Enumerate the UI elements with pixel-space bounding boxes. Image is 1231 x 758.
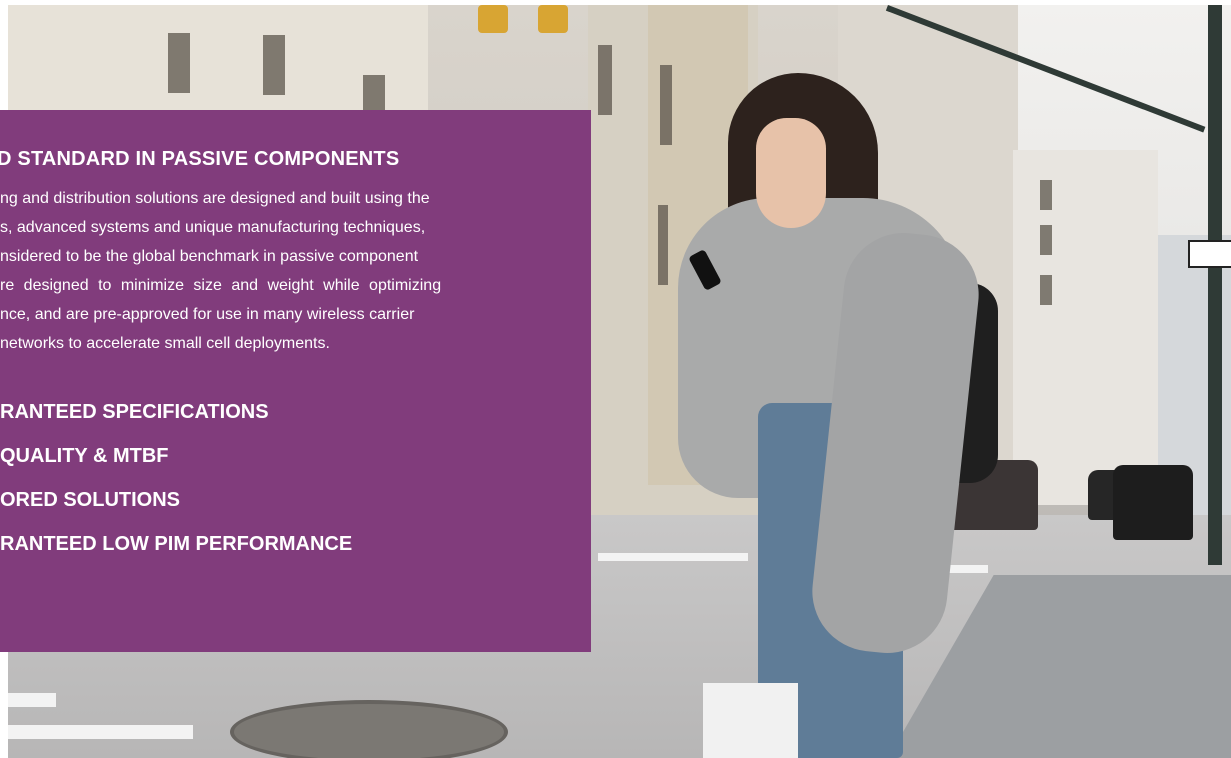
description-line: nsidered to be the global benchmark in p… bbox=[0, 248, 419, 265]
feature-item: RANTEED LOW PIM PERFORMANCE bbox=[0, 533, 353, 555]
description-line: nce, and are pre-approved for use in man… bbox=[0, 306, 415, 323]
street-pole bbox=[1208, 5, 1222, 565]
feature-list: RANTEED SPECIFICATIONS QUALITY & MTBF OR… bbox=[0, 401, 553, 555]
feature-item: QUALITY & MTBF bbox=[0, 445, 169, 467]
description-line: ng and distribution solutions are design… bbox=[0, 190, 430, 207]
building-window bbox=[658, 205, 668, 285]
panel-heading: D STANDARD IN PASSIVE COMPONENTS bbox=[0, 148, 400, 170]
feature-item: ORED SOLUTIONS bbox=[0, 489, 181, 511]
building bbox=[1013, 150, 1158, 505]
description-line: re designed to minimize size and weight … bbox=[0, 277, 442, 294]
traffic-light bbox=[478, 5, 508, 33]
car bbox=[1113, 465, 1193, 540]
building-window bbox=[660, 65, 672, 145]
crosswalk-stripe bbox=[8, 725, 193, 739]
traffic-light bbox=[538, 5, 568, 33]
building-window bbox=[168, 33, 190, 93]
woman-with-phone bbox=[678, 73, 998, 758]
building-window bbox=[1040, 275, 1052, 305]
street-sign bbox=[1188, 240, 1231, 268]
manhole-cover bbox=[230, 700, 508, 758]
crosswalk-stripe bbox=[8, 693, 56, 707]
feature-item: RANTEED SPECIFICATIONS bbox=[0, 401, 269, 423]
building-window bbox=[598, 45, 612, 115]
building-window bbox=[263, 35, 285, 95]
shopping-bag bbox=[703, 683, 798, 758]
building-window bbox=[1040, 225, 1052, 255]
info-panel: D STANDARD IN PASSIVE COMPONENTS ng and … bbox=[0, 110, 591, 652]
info-panel-content: D STANDARD IN PASSIVE COMPONENTS ng and … bbox=[0, 146, 553, 577]
building-window bbox=[1040, 180, 1052, 210]
description-line: s, advanced systems and unique manufactu… bbox=[0, 219, 426, 236]
description-line: networks to accelerate small cell deploy… bbox=[0, 335, 330, 352]
face bbox=[756, 118, 826, 228]
panel-description: ng and distribution solutions are design… bbox=[0, 184, 553, 358]
